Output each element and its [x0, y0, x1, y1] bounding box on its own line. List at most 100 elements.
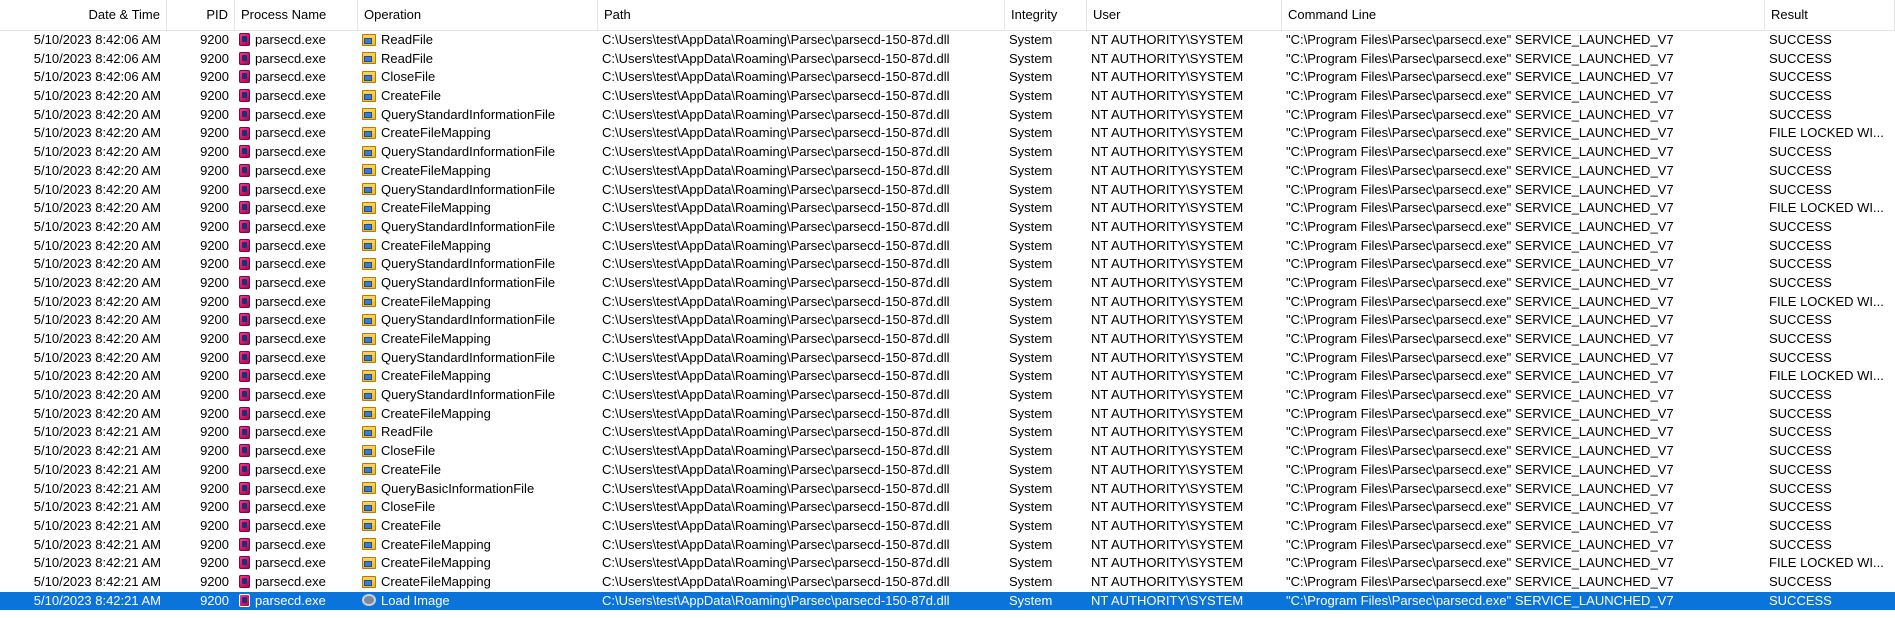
event-list-grid[interactable]: Date & Time PID Process Name Operation P…: [0, 0, 1895, 618]
cell-integrity-text: System: [1009, 536, 1053, 552]
cell-operation: Load Image: [358, 592, 598, 611]
table-row[interactable]: 5/10/2023 8:42:06 AM 9200 parsecd.exe Close…: [0, 68, 1895, 87]
cell-operation: QueryStandardInformationFile: [358, 274, 598, 293]
cell-path: C:\Users\test\AppData\Roaming\Parsec\par…: [598, 237, 1005, 256]
table-row[interactable]: 5/10/2023 8:42:20 AM 9200 parsecd.exe Query…: [0, 181, 1895, 200]
cell-integrity: System: [1005, 367, 1087, 386]
cell-date-text: 5/10/2023 8:42:21 AM: [33, 592, 161, 608]
cell-process-text: parsecd.exe: [255, 536, 326, 552]
cell-date-text: 5/10/2023 8:42:21 AM: [33, 517, 161, 533]
cell-user-text: NT AUTHORITY\SYSTEM: [1091, 218, 1244, 234]
table-row[interactable]: 5/10/2023 8:42:20 AM 9200 parsecd.exe Query…: [0, 311, 1895, 330]
cell-pid-text: 9200: [200, 200, 229, 216]
table-row[interactable]: 5/10/2023 8:42:20 AM 9200 parsecd.exe Creat…: [0, 293, 1895, 312]
cell-integrity: System: [1005, 293, 1087, 312]
table-row[interactable]: 5/10/2023 8:42:20 AM 9200 parsecd.exe Creat…: [0, 405, 1895, 424]
cell-command-line-text: "C:\Program Files\Parsec\parsecd.exe" SE…: [1286, 517, 1674, 533]
table-row-partial[interactable]: [0, 610, 1895, 618]
table-row[interactable]: 5/10/2023 8:42:21 AM 9200 parsecd.exe Query…: [0, 480, 1895, 499]
table-row[interactable]: 5/10/2023 8:42:20 AM 9200 parsecd.exe Query…: [0, 143, 1895, 162]
cell-result-text: SUCCESS: [1769, 181, 1832, 197]
cell-command-line-text: "C:\Program Files\Parsec\parsecd.exe" SE…: [1286, 125, 1674, 141]
cell-result-text: SUCCESS: [1769, 443, 1832, 459]
table-row[interactable]: 5/10/2023 8:42:20 AM 9200 parsecd.exe Creat…: [0, 162, 1895, 181]
cell-integrity-text: System: [1009, 424, 1053, 440]
cell-operation-text: ReadFile: [381, 32, 434, 47]
table-row[interactable]: 5/10/2023 8:42:20 AM 9200 parsecd.exe Query…: [0, 255, 1895, 274]
cell-date-text: 5/10/2023 8:42:21 AM: [33, 424, 161, 440]
cell-result: SUCCESS: [1765, 87, 1895, 106]
cell-integrity-text: System: [1009, 218, 1053, 234]
column-header-result[interactable]: Result: [1765, 0, 1895, 30]
cell-integrity: System: [1005, 106, 1087, 125]
cell-operation: QueryStandardInformationFile: [358, 143, 598, 162]
cell-user-text: NT AUTHORITY\SYSTEM: [1091, 536, 1244, 552]
table-row[interactable]: 5/10/2023 8:42:21 AM 9200 parsecd.exe Creat…: [0, 554, 1895, 573]
cell-command-line: "C:\Program Files\Parsec\parsecd.exe" SE…: [1282, 218, 1765, 237]
table-row[interactable]: 5/10/2023 8:42:06 AM 9200 parsecd.exe ReadF…: [0, 50, 1895, 69]
table-row[interactable]: 5/10/2023 8:42:20 AM 9200 parsecd.exe Query…: [0, 386, 1895, 405]
cell-pid: 9200: [167, 255, 235, 274]
table-row[interactable]: 5/10/2023 8:42:20 AM 9200 parsecd.exe Creat…: [0, 330, 1895, 349]
column-header-process[interactable]: Process Name: [235, 0, 358, 30]
column-header-user[interactable]: User: [1087, 0, 1282, 30]
file-system-icon: [362, 276, 376, 289]
table-row[interactable]: 5/10/2023 8:42:20 AM 9200 parsecd.exe Query…: [0, 274, 1895, 293]
column-header-path[interactable]: Path: [598, 0, 1005, 30]
cell-path-text: C:\Users\test\AppData\Roaming\Parsec\par…: [602, 293, 950, 309]
table-row[interactable]: 5/10/2023 8:42:21 AM 9200 parsecd.exe Creat…: [0, 536, 1895, 555]
table-row[interactable]: 5/10/2023 8:42:20 AM 9200 parsecd.exe Creat…: [0, 87, 1895, 106]
cell-command-line-text: "C:\Program Files\Parsec\parsecd.exe" SE…: [1286, 461, 1674, 477]
column-header-pid[interactable]: PID: [167, 0, 235, 30]
cell-pid: 9200: [167, 573, 235, 592]
cell-command-line-text: "C:\Program Files\Parsec\parsecd.exe" SE…: [1286, 69, 1674, 85]
cell-date-text: 5/10/2023 8:42:20 AM: [33, 293, 161, 309]
cell-process-text: parsecd.exe: [255, 405, 326, 421]
cell-date: 5/10/2023 8:42:20 AM: [0, 349, 167, 368]
cell-result-text: SUCCESS: [1769, 69, 1832, 85]
file-system-icon: [362, 332, 376, 345]
cell-command-line-text: "C:\Program Files\Parsec\parsecd.exe" SE…: [1286, 349, 1674, 365]
cell-operation-text: QueryStandardInformationFile: [381, 218, 556, 234]
table-row-selected[interactable]: 5/10/2023 8:42:21 AM 9200 parsecd.exe Load …: [0, 591, 1895, 611]
table-row[interactable]: 5/10/2023 8:42:20 AM 9200 parsecd.exe Creat…: [0, 124, 1895, 143]
table-row[interactable]: 5/10/2023 8:42:20 AM 9200 parsecd.exe Query…: [0, 106, 1895, 125]
cell-user-text: NT AUTHORITY\SYSTEM: [1091, 555, 1244, 571]
table-row[interactable]: 5/10/2023 8:42:21 AM 9200 parsecd.exe Close…: [0, 442, 1895, 461]
cell-integrity-text: System: [1009, 480, 1053, 496]
table-row[interactable]: 5/10/2023 8:42:21 AM 9200 parsecd.exe ReadF…: [0, 423, 1895, 442]
cell-integrity-text: System: [1009, 293, 1053, 309]
table-row[interactable]: 5/10/2023 8:42:20 AM 9200 parsecd.exe Creat…: [0, 237, 1895, 256]
table-row[interactable]: 5/10/2023 8:42:21 AM 9200 parsecd.exe Creat…: [0, 573, 1895, 592]
cell-integrity: System: [1005, 461, 1087, 480]
table-row[interactable]: 5/10/2023 8:42:20 AM 9200 parsecd.exe Query…: [0, 349, 1895, 368]
cell-path-text: C:\Users\test\AppData\Roaming\Parsec\par…: [602, 349, 950, 365]
cell-result: SUCCESS: [1765, 386, 1895, 405]
table-row[interactable]: 5/10/2023 8:42:21 AM 9200 parsecd.exe Close…: [0, 498, 1895, 517]
cell-result: SUCCESS: [1765, 181, 1895, 200]
column-header-operation[interactable]: Operation: [358, 0, 598, 30]
table-row[interactable]: 5/10/2023 8:42:21 AM 9200 parsecd.exe Creat…: [0, 517, 1895, 536]
cell-path: C:\Users\test\AppData\Roaming\Parsec\par…: [598, 162, 1005, 181]
cell-user-text: NT AUTHORITY\SYSTEM: [1091, 293, 1244, 309]
cell-result: SUCCESS: [1765, 68, 1895, 87]
cell-path: C:\Users\test\AppData\Roaming\Parsec\par…: [598, 68, 1005, 87]
table-row[interactable]: 5/10/2023 8:42:20 AM 9200 parsecd.exe Creat…: [0, 367, 1895, 386]
table-row[interactable]: 5/10/2023 8:42:06 AM 9200 parsecd.exe ReadF…: [0, 31, 1895, 50]
cell-path: C:\Users\test\AppData\Roaming\Parsec\par…: [598, 367, 1005, 386]
column-header-command-line[interactable]: Command Line: [1282, 0, 1765, 30]
table-row[interactable]: 5/10/2023 8:42:20 AM 9200 parsecd.exe Query…: [0, 218, 1895, 237]
column-header-date[interactable]: Date & Time: [0, 0, 167, 30]
column-header-integrity[interactable]: Integrity: [1005, 0, 1087, 30]
cell-user: NT AUTHORITY\SYSTEM: [1087, 498, 1282, 517]
cell-date-text: 5/10/2023 8:42:21 AM: [33, 461, 161, 477]
cell-date-text: 5/10/2023 8:42:21 AM: [33, 555, 161, 571]
cell-process: parsecd.exe: [235, 554, 358, 573]
cell-user-text: NT AUTHORITY\SYSTEM: [1091, 181, 1244, 197]
cell-command-line: "C:\Program Files\Parsec\parsecd.exe" SE…: [1282, 442, 1765, 461]
cell-path: C:\Users\test\AppData\Roaming\Parsec\par…: [598, 181, 1005, 200]
cell-date-text: 5/10/2023 8:42:20 AM: [33, 144, 161, 160]
table-row[interactable]: 5/10/2023 8:42:20 AM 9200 parsecd.exe Creat…: [0, 199, 1895, 218]
cell-user-text: NT AUTHORITY\SYSTEM: [1091, 50, 1244, 66]
table-row[interactable]: 5/10/2023 8:42:21 AM 9200 parsecd.exe Creat…: [0, 461, 1895, 480]
